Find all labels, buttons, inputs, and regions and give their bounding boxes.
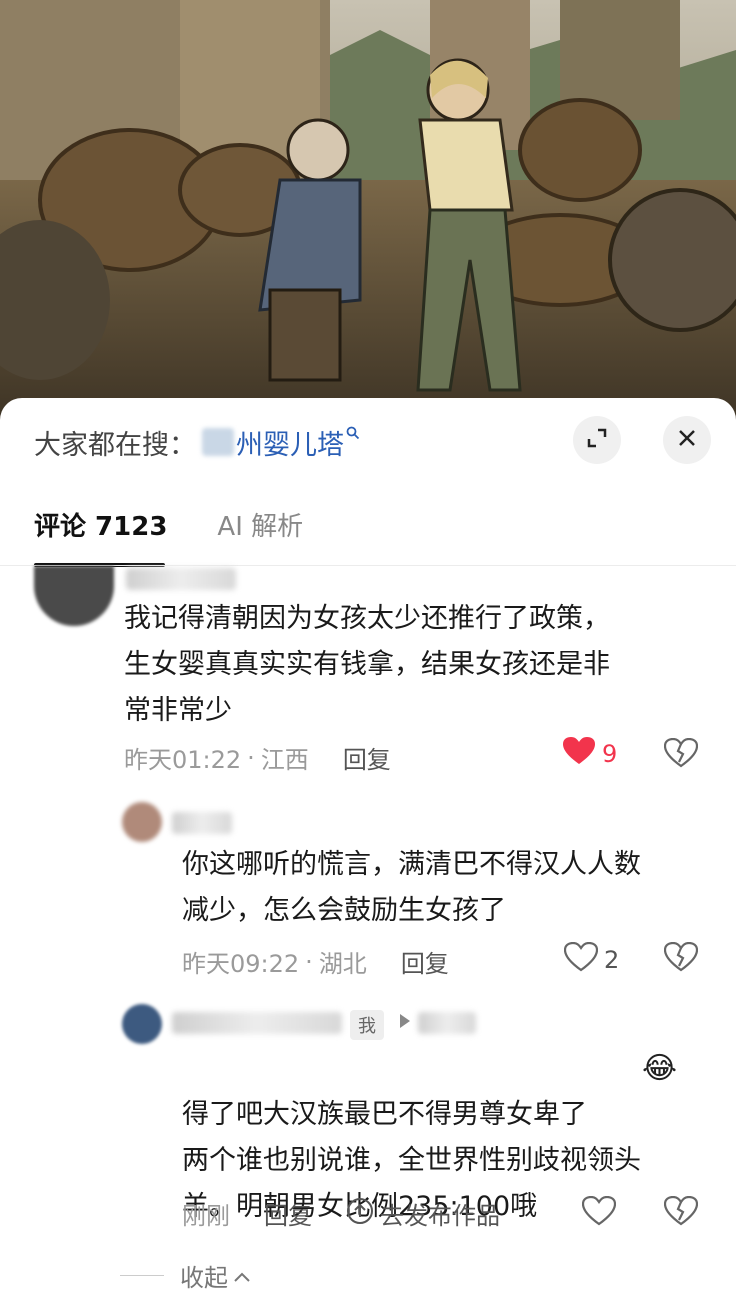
comment-time: 刚刚 xyxy=(182,1202,230,1230)
reply-button[interactable]: 回复 xyxy=(264,1196,312,1231)
comment-text: 你这哪听的慌言，满清巴不得汉人人数 减少，怎么会鼓励生女孩了 xyxy=(182,849,641,926)
close-icon xyxy=(677,428,697,452)
comment-sheet: 大家都在搜： 州婴儿塔 评论 7123 AI 解析 我记得清朝因为女孩太少还推行… xyxy=(0,398,736,1280)
comment-text: 我记得清朝因为女孩太少还推行了政策， 生女婴真真实实有钱拿，结果女孩还是非 常非… xyxy=(124,603,610,726)
comment-time: 昨天01:22 xyxy=(124,746,242,774)
search-prefix: 大家都在搜： xyxy=(34,429,196,461)
heart-outline-icon xyxy=(563,941,599,978)
divider-line xyxy=(120,1275,164,1276)
avatar[interactable] xyxy=(34,566,114,626)
dislike-button[interactable] xyxy=(663,941,699,976)
dislike-button[interactable] xyxy=(663,737,699,772)
expand-button[interactable] xyxy=(573,416,621,464)
comment-location: 湖北 xyxy=(318,950,367,978)
blurred-username[interactable] xyxy=(126,568,236,590)
comment-meta: 刚刚 回复 去发布作品 xyxy=(182,1196,500,1231)
upload-icon xyxy=(346,1197,374,1231)
avatar[interactable] xyxy=(122,1004,162,1044)
broken-heart-icon xyxy=(663,737,699,772)
blurred-char xyxy=(202,428,234,456)
tab-ai-analysis[interactable]: AI 解析 xyxy=(217,506,303,567)
reply-arrow-icon xyxy=(398,1012,412,1034)
like-count: 2 xyxy=(604,946,620,974)
reply-button[interactable]: 回复 xyxy=(401,944,449,979)
expand-icon xyxy=(586,427,608,453)
comment-location: 江西 xyxy=(260,746,309,774)
close-button[interactable] xyxy=(663,416,711,464)
publish-label: 去发布作品 xyxy=(380,1202,500,1230)
comment-meta: 昨天01:22 · 江西 回复 xyxy=(124,740,391,775)
like-count: 9 xyxy=(602,740,618,768)
broken-heart-icon xyxy=(663,1195,699,1230)
blurred-username[interactable] xyxy=(172,1012,342,1034)
blurred-reply-to[interactable] xyxy=(418,1012,476,1034)
tab-comments[interactable]: 评论 7123 xyxy=(34,506,167,567)
blurred-username[interactable] xyxy=(172,812,232,834)
trending-search[interactable]: 大家都在搜： 州婴儿塔 xyxy=(34,420,360,464)
publish-button[interactable]: 去发布作品 xyxy=(346,1196,500,1231)
laughing-crying-emoji: 😂 xyxy=(642,1051,678,1086)
broken-heart-icon xyxy=(663,941,699,976)
chevron-up-icon xyxy=(232,1262,252,1290)
dislike-button[interactable] xyxy=(663,1195,699,1230)
like-button[interactable]: 2 xyxy=(563,941,620,978)
tab-bar: 评论 7123 AI 解析 xyxy=(34,506,303,567)
search-icon xyxy=(346,425,360,444)
collapse-replies[interactable]: 收起 xyxy=(120,1258,252,1293)
me-badge: 我 xyxy=(350,1010,384,1040)
heart-outline-icon xyxy=(581,1195,617,1230)
like-button[interactable]: 9 xyxy=(562,736,617,772)
like-button[interactable] xyxy=(581,1195,617,1230)
comment-meta: 昨天09:22 · 湖北 回复 xyxy=(182,944,449,979)
search-term[interactable]: 州婴儿塔 xyxy=(236,423,344,462)
reply-button[interactable]: 回复 xyxy=(343,740,391,775)
heart-filled-icon xyxy=(562,736,596,772)
collapse-label: 收起 xyxy=(180,1264,228,1292)
avatar[interactable] xyxy=(122,802,162,842)
hero-image xyxy=(0,0,736,420)
comment-time: 昨天09:22 xyxy=(182,950,300,978)
